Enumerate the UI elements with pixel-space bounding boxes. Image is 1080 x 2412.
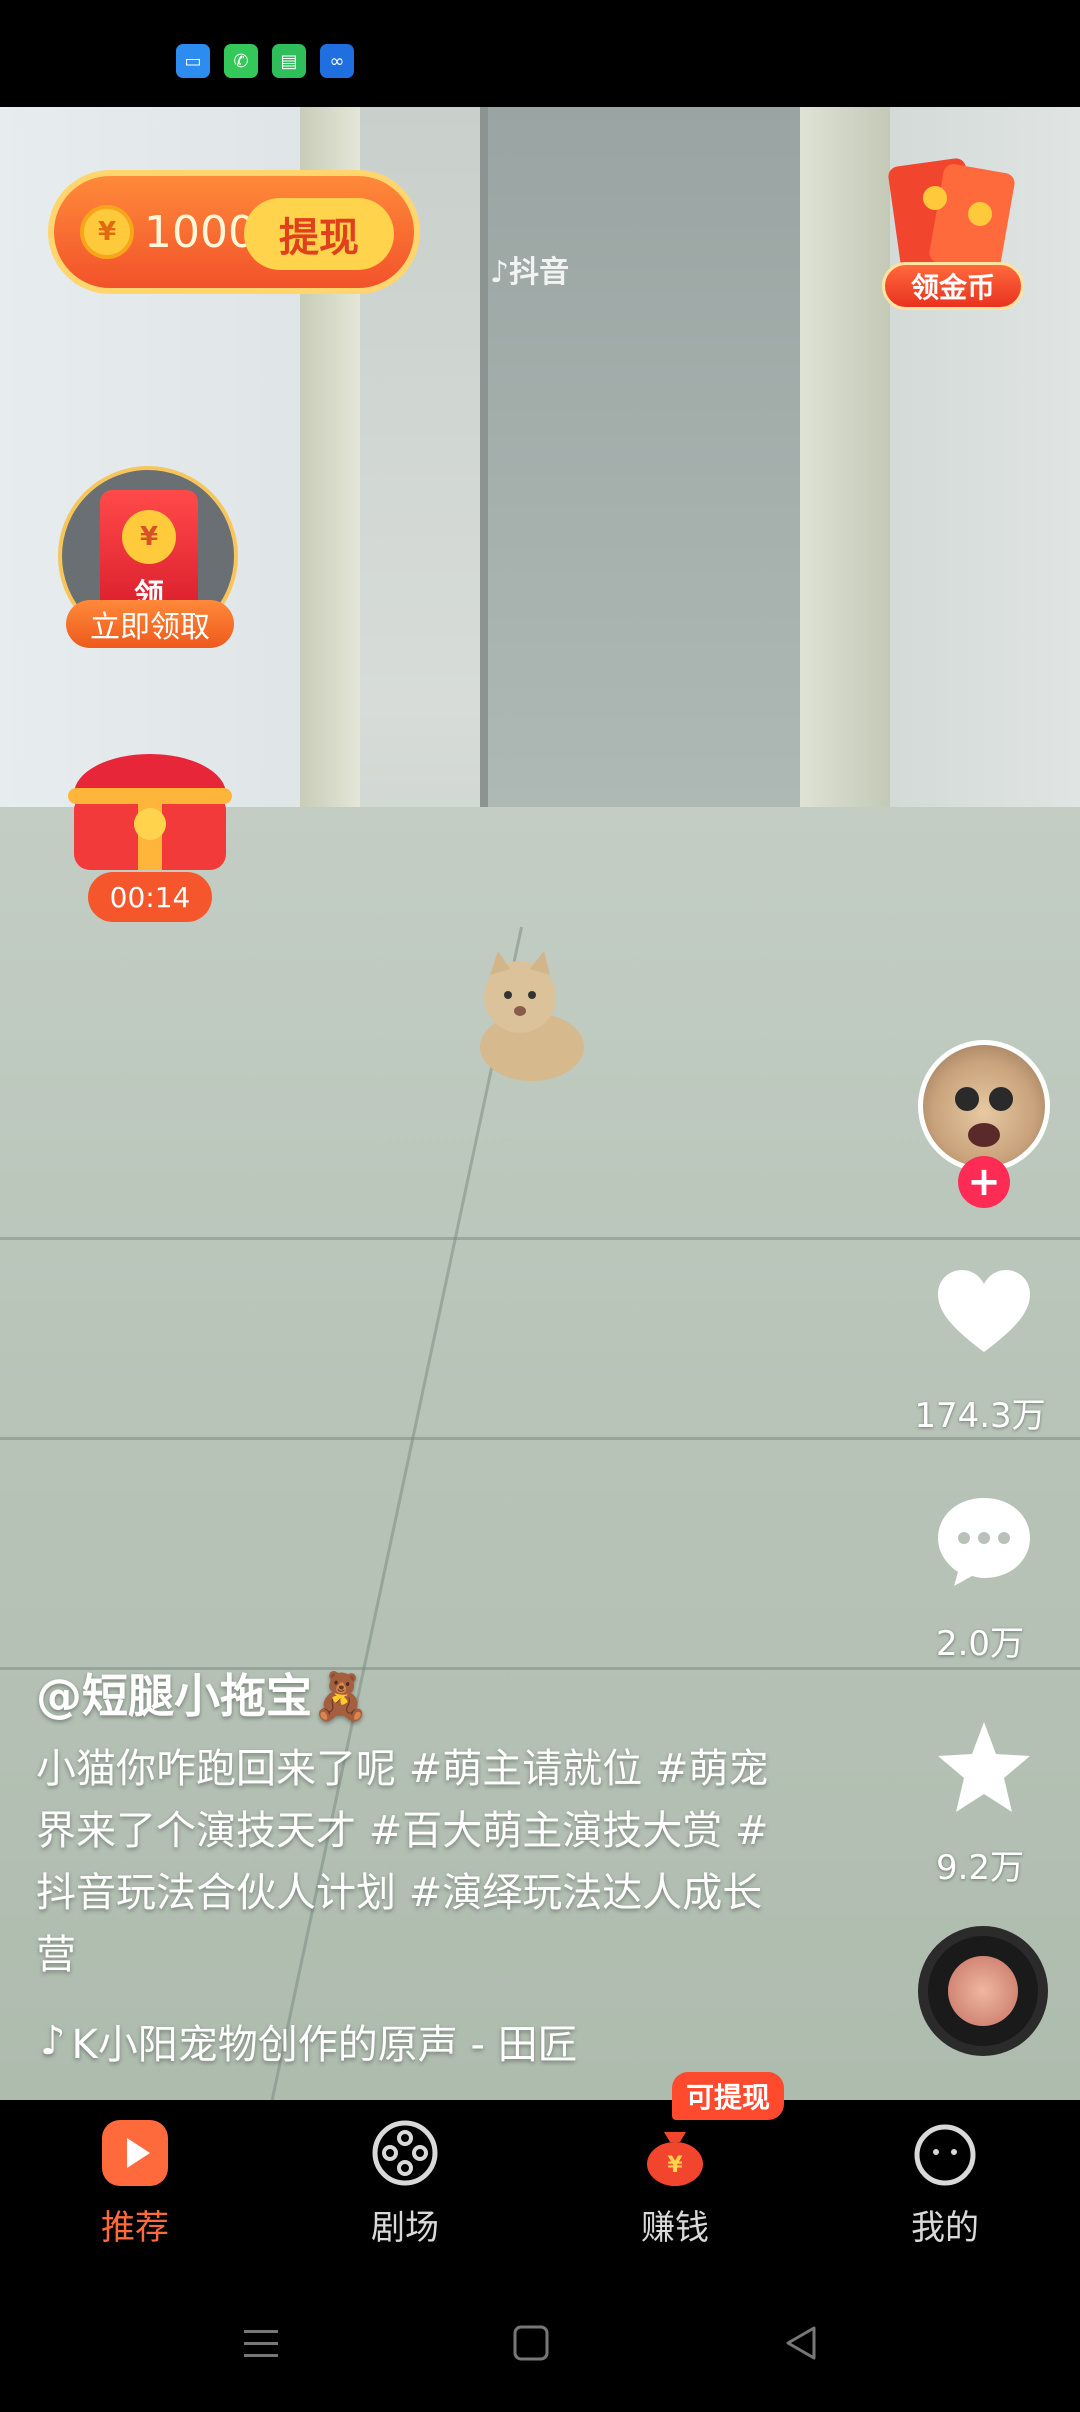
- withdraw-button[interactable]: 提现: [244, 198, 394, 270]
- music-track[interactable]: ♪ K小阳宠物创作的原声 - 田匠: [40, 2012, 578, 2070]
- messages-icon: ▤: [272, 44, 306, 78]
- scene-door: [480, 107, 828, 807]
- play-icon: [102, 2120, 168, 2186]
- svg-text:¥: ¥: [667, 2153, 683, 2178]
- status-bar: ▭ ✆ ▤ ∞: [0, 0, 1080, 107]
- music-note-icon: ♪: [40, 2018, 66, 2064]
- video-caption[interactable]: 小猫你咋跑回来了呢 #萌主请就位 #萌宠界来了个演技天才 #百大萌主演技大赏 #…: [36, 1738, 776, 1986]
- tab-label: 赚钱: [641, 2208, 709, 2248]
- collect-coins-button[interactable]: 领金币: [882, 262, 1024, 310]
- tab-label: 我的: [911, 2208, 979, 2248]
- star-icon[interactable]: [932, 1716, 1036, 1820]
- music-cover-icon: [948, 1956, 1018, 2026]
- coin-amount: 1000: [144, 206, 256, 258]
- music-title: K小阳宠物创作的原声 - 田匠: [71, 2022, 578, 2068]
- cat-image: [480, 951, 584, 1081]
- like-count: 174.3万: [914, 1396, 1046, 1436]
- tab-profile[interactable]: 我的: [810, 2100, 1080, 2270]
- comment-count: 2.0万: [935, 1624, 1025, 1664]
- favorite-count: 9.2万: [935, 1848, 1025, 1888]
- chest-countdown: 00:14: [88, 872, 212, 922]
- withdrawable-badge: 可提现: [672, 2072, 785, 2120]
- money-bag-icon: ¥: [647, 2132, 703, 2186]
- coin-icon: ¥: [80, 205, 134, 259]
- claim-now-button[interactable]: 立即领取: [66, 600, 234, 648]
- tab-label: 剧场: [371, 2208, 439, 2248]
- tab-label: 推荐: [101, 2208, 169, 2248]
- phone-icon: ✆: [224, 44, 258, 78]
- comment-icon[interactable]: [932, 1488, 1036, 1592]
- back-icon[interactable]: [776, 2318, 826, 2368]
- home-icon[interactable]: [506, 2318, 556, 2368]
- heart-icon[interactable]: [932, 1260, 1036, 1364]
- treasure-chest-icon[interactable]: [68, 748, 232, 888]
- app-icon: ∞: [320, 44, 354, 78]
- coin-balance-pill[interactable]: ¥ 1000 提现: [48, 170, 420, 294]
- system-nav-bar: [0, 2270, 1080, 2412]
- music-disc[interactable]: [918, 1926, 1048, 2056]
- bottom-tab-bar: 推荐 剧场 ¥ 赚钱 我的: [0, 2100, 1080, 2270]
- profile-face-icon: [914, 2124, 976, 2186]
- files-icon: ▭: [176, 44, 210, 78]
- author-name[interactable]: @短腿小拖宝🧸: [36, 1660, 369, 1726]
- tab-theater[interactable]: 剧场: [270, 2100, 540, 2270]
- red-envelope-icon: ¥ 领: [100, 490, 198, 618]
- douyin-watermark: ♪抖音: [490, 255, 570, 290]
- author-avatar[interactable]: [918, 1040, 1050, 1172]
- follow-button[interactable]: +: [958, 1156, 1010, 1208]
- menu-icon[interactable]: [236, 2318, 286, 2368]
- tab-recommend[interactable]: 推荐: [0, 2100, 270, 2270]
- film-reel-icon: [372, 2120, 438, 2186]
- tab-earn[interactable]: ¥ 赚钱: [540, 2100, 810, 2270]
